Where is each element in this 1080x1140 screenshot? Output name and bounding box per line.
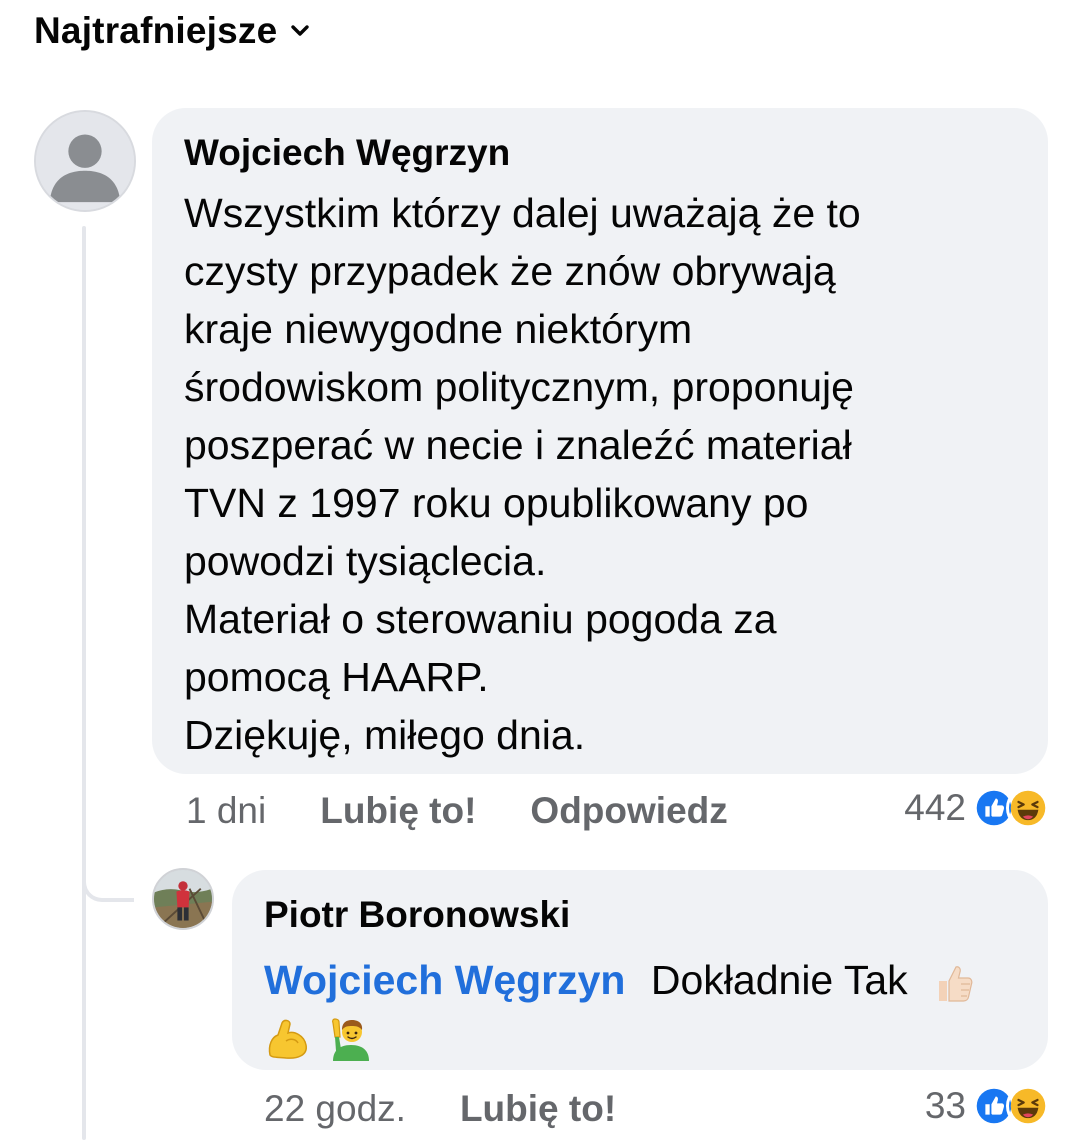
flexed-biceps-emoji xyxy=(268,1019,307,1060)
reaction-count: 442 xyxy=(904,787,966,828)
reaction-count: 33 xyxy=(924,1085,966,1126)
comment-line: pomocą HAARP. xyxy=(184,654,489,700)
comment-timestamp[interactable]: 1 dni xyxy=(186,790,266,832)
man-raising-hand-emoji xyxy=(332,1018,370,1062)
chevron-down-icon xyxy=(291,25,310,36)
avatar[interactable] xyxy=(152,868,214,930)
reaction-summary[interactable]: 33 xyxy=(925,1084,1050,1128)
like-button[interactable]: Lubię to! xyxy=(320,790,476,832)
comment-line: poszperać w necie i znaleźć materiał xyxy=(184,422,852,468)
mention-link[interactable]: Wojciech Węgrzyn xyxy=(264,957,625,1003)
haha-icon xyxy=(1006,1084,1050,1128)
default-avatar-icon xyxy=(36,112,134,210)
comment-line: czysty przypadek że znów obrywają xyxy=(184,248,836,294)
comment-line: kraje niewygodne niektórym xyxy=(184,306,693,352)
comment-line: Wszystkim którzy dalej uważają że to xyxy=(184,190,861,236)
comment-line: TVN z 1997 roku opublikowany po xyxy=(184,480,809,526)
reply-text: Wojciech Węgrzyn Dokładnie Tak xyxy=(264,952,1016,1064)
reply-button[interactable]: Odpowiedz xyxy=(530,790,727,832)
comment-line: powodzi tysiąclecia. xyxy=(184,538,547,584)
thread-connector xyxy=(82,840,134,902)
avatar[interactable] xyxy=(34,110,136,212)
profile-photo xyxy=(154,870,212,928)
comment-actions: 1 dni Lubię to! Odpowiedz xyxy=(186,790,728,832)
thread-line xyxy=(82,226,86,1140)
comment-line: Materiał o sterowaniu pogoda za xyxy=(184,596,777,642)
like-button[interactable]: Lubię to! xyxy=(460,1088,616,1130)
thumbs-up-emoji xyxy=(939,966,973,1002)
comment-author[interactable]: Wojciech Węgrzyn xyxy=(184,130,1016,176)
reaction-summary[interactable]: 442 xyxy=(904,786,1050,830)
comment-text: Wszystkim którzy dalej uważają że to czy… xyxy=(184,184,1016,764)
sort-label: Najtrafniejsze xyxy=(34,10,278,51)
reply-author[interactable]: Piotr Boronowski xyxy=(264,892,1016,938)
comment-line: środowiskom politycznym, proponuję xyxy=(184,364,854,410)
reply-bubble: Piotr Boronowski Wojciech Węgrzyn Dokład… xyxy=(232,870,1048,1070)
reply-message: Dokładnie Tak xyxy=(650,957,908,1003)
haha-icon xyxy=(1006,786,1050,830)
reply-timestamp[interactable]: 22 godz. xyxy=(264,1088,406,1130)
reply-actions: 22 godz. Lubię to! xyxy=(264,1088,616,1130)
sort-dropdown[interactable]: Najtrafniejsze xyxy=(34,10,311,52)
comment-line: Dziękuję, miłego dnia. xyxy=(184,712,586,758)
comment-bubble: Wojciech Węgrzyn Wszystkim którzy dalej … xyxy=(152,108,1048,774)
